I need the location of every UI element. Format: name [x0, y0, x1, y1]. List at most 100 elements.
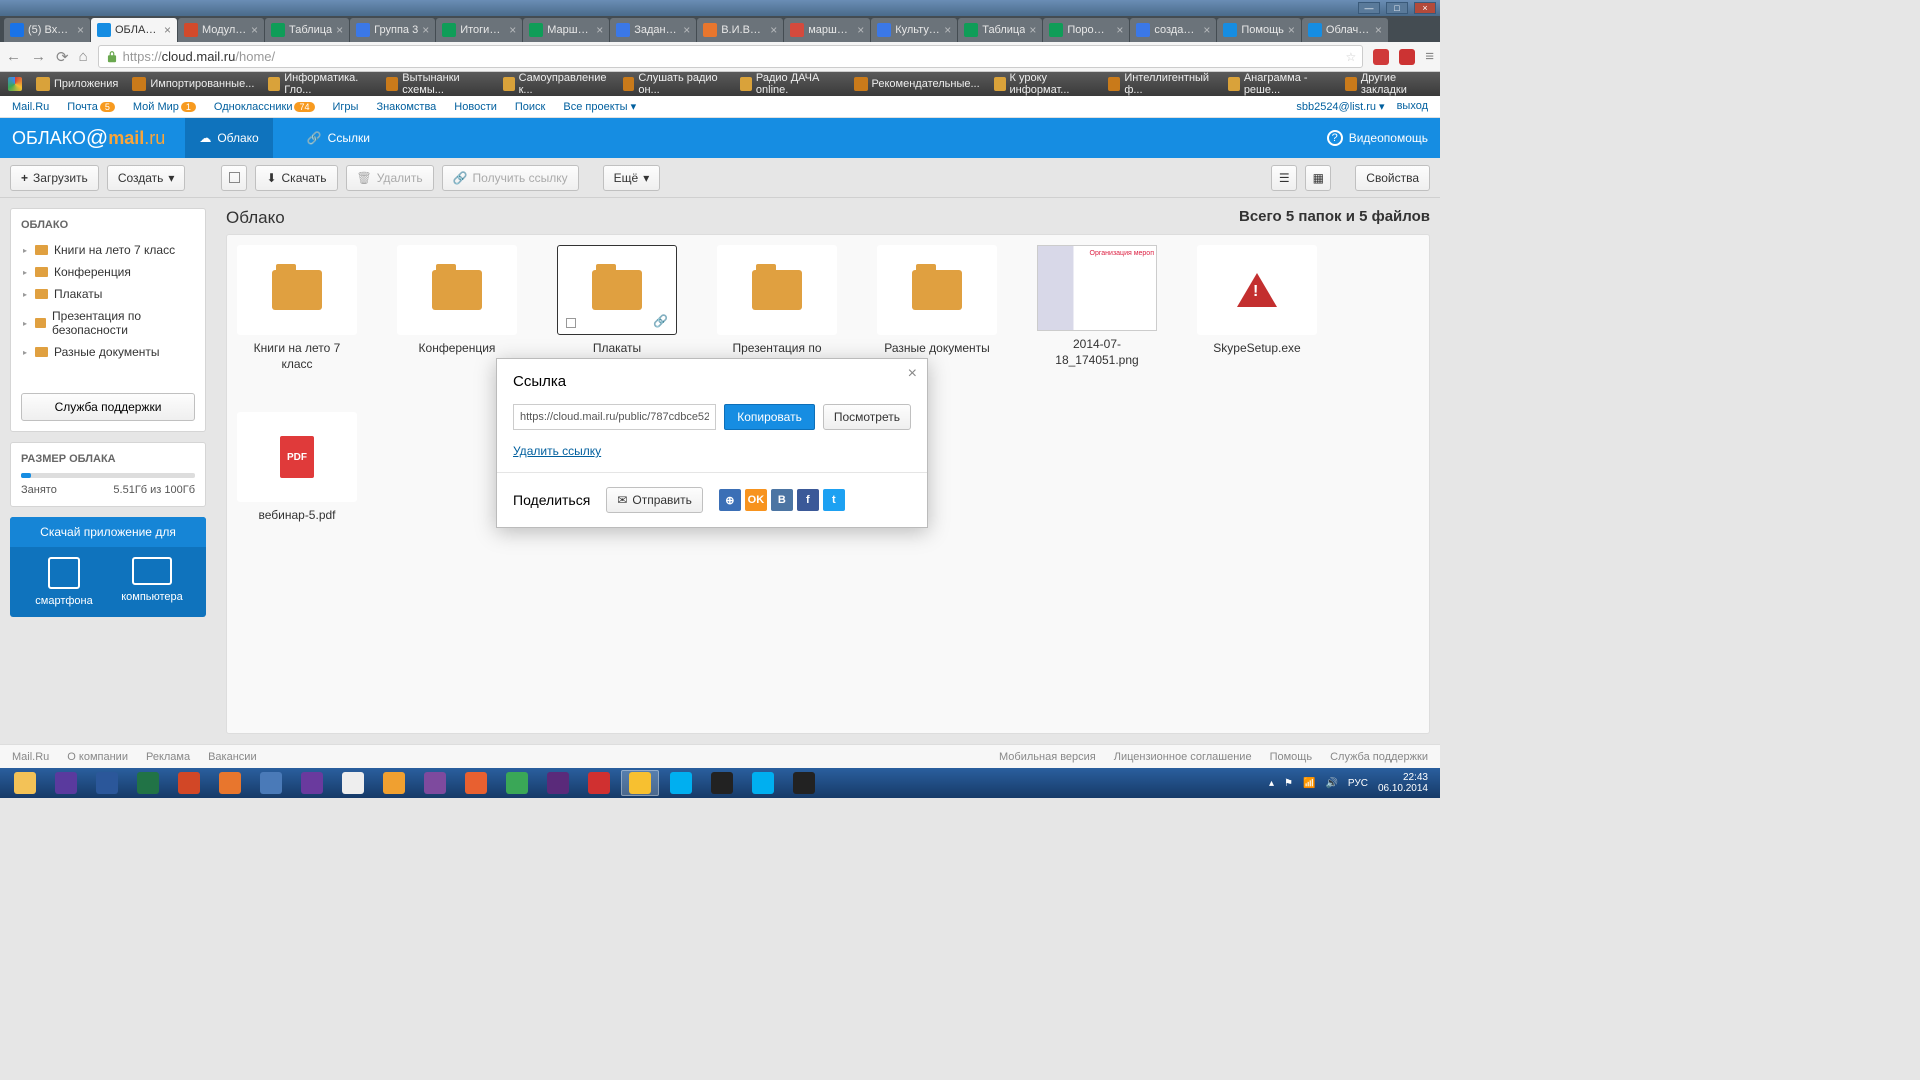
- bookmark-item[interactable]: Другие закладки: [1345, 72, 1432, 96]
- properties-button[interactable]: Свойства: [1355, 165, 1430, 191]
- taskbar-app[interactable]: [170, 770, 208, 796]
- nav-reload-icon[interactable]: ⟳: [56, 48, 69, 66]
- social-share-button[interactable]: ⊕: [719, 489, 741, 511]
- upload-button[interactable]: +Загрузить: [10, 165, 99, 191]
- sidebar-folder[interactable]: Презентация по безопасности: [21, 305, 195, 341]
- copy-button[interactable]: Копировать: [724, 404, 815, 430]
- taskbar-app[interactable]: [498, 770, 536, 796]
- footer-link[interactable]: Мобильная версия: [999, 751, 1096, 763]
- social-share-button[interactable]: B: [771, 489, 793, 511]
- bookmark-item[interactable]: Приложения: [36, 77, 118, 91]
- tab-close-icon[interactable]: ×: [770, 23, 777, 37]
- browser-tab[interactable]: Итоги_ М×: [436, 18, 522, 42]
- taskbar-app[interactable]: [785, 770, 823, 796]
- tab-close-icon[interactable]: ×: [1029, 23, 1036, 37]
- clock[interactable]: 22:4306.10.2014: [1378, 772, 1434, 794]
- portal-link[interactable]: Знакомства: [376, 101, 436, 113]
- create-button[interactable]: Создать▾: [107, 165, 186, 191]
- address-bar[interactable]: https://cloud.mail.ru/home/ ☆: [98, 45, 1364, 68]
- footer-link[interactable]: Реклама: [146, 751, 190, 763]
- download-button[interactable]: ⬇Скачать: [255, 165, 337, 191]
- browser-tab[interactable]: ОБЛАКО×: [91, 18, 177, 42]
- taskbar-app[interactable]: [539, 770, 577, 796]
- tab-close-icon[interactable]: ×: [422, 23, 429, 37]
- tab-close-icon[interactable]: ×: [1203, 23, 1210, 37]
- view-button[interactable]: Посмотреть: [823, 404, 911, 430]
- sidebar-folder[interactable]: Книги на лето 7 класс: [21, 239, 195, 261]
- sidebar-folder[interactable]: Конференция: [21, 261, 195, 283]
- browser-tab[interactable]: Таблица×: [265, 18, 349, 42]
- extension-icon[interactable]: [1373, 49, 1389, 65]
- browser-tab[interactable]: Маршрут×: [523, 18, 609, 42]
- view-grid-button[interactable]: ▦: [1305, 165, 1331, 191]
- taskbar-app[interactable]: [457, 770, 495, 796]
- portal-link[interactable]: Игры: [333, 101, 359, 113]
- breadcrumb[interactable]: Облако: [226, 208, 285, 228]
- footer-link[interactable]: Mail.Ru: [12, 751, 49, 763]
- tray-volume-icon[interactable]: 🔊: [1325, 778, 1337, 789]
- nav-back-icon[interactable]: ←: [6, 48, 21, 65]
- taskbar-app[interactable]: [621, 770, 659, 796]
- footer-link[interactable]: Вакансии: [208, 751, 257, 763]
- footer-link[interactable]: Лицензионное соглашение: [1114, 751, 1252, 763]
- promo-smartphone[interactable]: смартфона: [20, 557, 108, 607]
- footer-link[interactable]: Служба поддержки: [1330, 751, 1428, 763]
- bookmark-item[interactable]: Импортированные...: [132, 77, 254, 91]
- tray-lang[interactable]: РУС: [1348, 778, 1368, 789]
- bookmark-item[interactable]: Слушать радио он...: [623, 72, 727, 96]
- portal-link[interactable]: Все проекты ▾: [563, 100, 636, 113]
- tab-close-icon[interactable]: ×: [944, 23, 951, 37]
- browser-tab[interactable]: Таблица×: [958, 18, 1042, 42]
- nav-home-icon[interactable]: ⌂: [79, 48, 88, 65]
- social-share-button[interactable]: t: [823, 489, 845, 511]
- browser-tab[interactable]: В.И.Верна×: [697, 18, 783, 42]
- adblock-icon[interactable]: [1399, 49, 1415, 65]
- taskbar-app[interactable]: [744, 770, 782, 796]
- taskbar-app[interactable]: [129, 770, 167, 796]
- browser-tab[interactable]: Модули к×: [178, 18, 264, 42]
- star-icon[interactable]: ☆: [1345, 50, 1356, 64]
- tab-close-icon[interactable]: ×: [1116, 23, 1123, 37]
- promo-computer[interactable]: компьютера: [108, 557, 196, 607]
- portal-link[interactable]: Mail.Ru: [12, 101, 49, 113]
- tray-network-icon[interactable]: 📶: [1303, 778, 1315, 789]
- tab-close-icon[interactable]: ×: [164, 23, 171, 37]
- bookmark-item[interactable]: Интеллигентный ф...: [1108, 72, 1214, 96]
- social-share-button[interactable]: OK: [745, 489, 767, 511]
- tray-flag-icon[interactable]: ⚑: [1284, 778, 1293, 789]
- tab-cloud[interactable]: ☁Облако: [185, 118, 272, 158]
- file-item[interactable]: 🔗 Плакаты: [557, 245, 677, 372]
- minimize-button[interactable]: —: [1358, 2, 1380, 14]
- browser-tab[interactable]: Облачное×: [1302, 18, 1388, 42]
- support-button[interactable]: Служба поддержки: [21, 393, 195, 421]
- select-all-checkbox[interactable]: [221, 165, 247, 191]
- taskbar-app[interactable]: [662, 770, 700, 796]
- close-window-button[interactable]: ×: [1414, 2, 1436, 14]
- browser-tab[interactable]: Порошин×: [1043, 18, 1129, 42]
- taskbar-app[interactable]: [416, 770, 454, 796]
- tab-close-icon[interactable]: ×: [857, 23, 864, 37]
- taskbar-app[interactable]: [375, 770, 413, 796]
- file-item[interactable]: Разные документы: [877, 245, 997, 372]
- bookmark-item[interactable]: Информатика. Гло...: [268, 72, 372, 96]
- footer-link[interactable]: Помощь: [1270, 751, 1313, 763]
- taskbar-app[interactable]: [580, 770, 618, 796]
- bookmark-item[interactable]: К уроку информат...: [994, 72, 1095, 96]
- portal-link[interactable]: Мой Мир1: [133, 101, 196, 113]
- taskbar-app[interactable]: [703, 770, 741, 796]
- taskbar-app[interactable]: [252, 770, 290, 796]
- tab-close-icon[interactable]: ×: [251, 23, 258, 37]
- taskbar-app[interactable]: [334, 770, 372, 796]
- taskbar-app[interactable]: [88, 770, 126, 796]
- portal-link[interactable]: Почта5: [67, 101, 115, 113]
- browser-tab[interactable]: (5) Входя×: [4, 18, 90, 42]
- tab-close-icon[interactable]: ×: [509, 23, 516, 37]
- portal-link[interactable]: Одноклассники74: [214, 101, 315, 113]
- bookmark-item[interactable]: Анаграмма - реше...: [1228, 72, 1331, 96]
- get-link-button[interactable]: 🔗Получить ссылку: [442, 165, 579, 191]
- browser-tab[interactable]: создание×: [1130, 18, 1216, 42]
- taskbar-app[interactable]: [293, 770, 331, 796]
- portal-link[interactable]: Новости: [454, 101, 497, 113]
- bookmark-item[interactable]: Вытынанки схемы...: [386, 72, 488, 96]
- taskbar-app[interactable]: [47, 770, 85, 796]
